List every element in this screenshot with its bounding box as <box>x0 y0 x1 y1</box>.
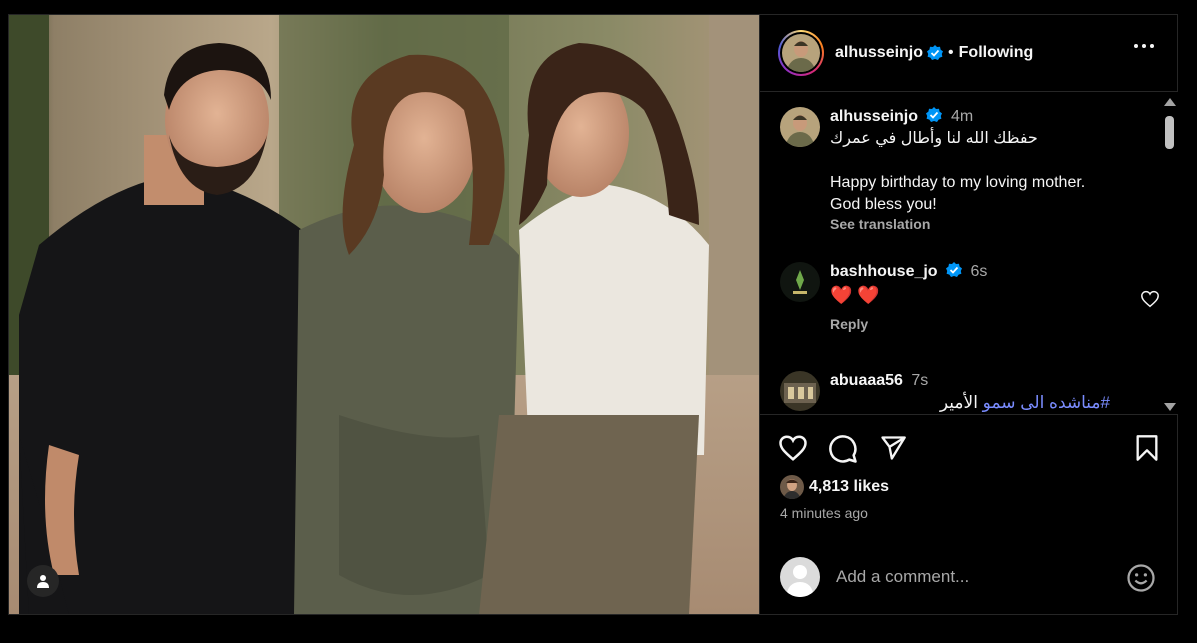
user-tag-button[interactable] <box>27 565 59 597</box>
comment-input[interactable] <box>836 567 1106 587</box>
scroll-up-arrow[interactable] <box>1164 98 1176 106</box>
author-avatar <box>782 34 820 72</box>
comment-like-icon[interactable] <box>1140 290 1160 308</box>
caption-time[interactable]: 4m <box>951 108 973 125</box>
caption-username[interactable]: alhusseinjo <box>830 108 918 125</box>
author-username[interactable]: alhusseinjo <box>835 44 923 62</box>
likes-row[interactable]: 4,813 likes <box>780 475 889 499</box>
post-actions <box>778 431 1160 465</box>
caption-text-english: Happy birthday to my loving mother. God … <box>830 174 1086 213</box>
liker-avatar <box>780 475 804 499</box>
post-side-panel: alhusseinjo • Following alhusseinjo 4m ح… <box>759 15 1178 614</box>
post-image <box>9 15 759 614</box>
bookmark-icon[interactable] <box>1134 434 1160 462</box>
author-avatar-ring[interactable] <box>778 30 824 76</box>
comment-time[interactable]: 7s <box>911 372 928 389</box>
verified-badge-icon <box>927 45 944 60</box>
post-header: alhusseinjo • Following <box>760 15 1177 92</box>
comment-avatar[interactable] <box>780 371 820 411</box>
following-button[interactable]: Following <box>959 44 1034 62</box>
comment-username[interactable]: abuaaa56 <box>830 372 903 389</box>
caption-text-arabic: حفظك الله لنا وأطال في عمرك <box>830 130 1038 147</box>
post-dialog: alhusseinjo • Following alhusseinjo 4m ح… <box>8 14 1178 615</box>
likes-count[interactable]: 4,813 likes <box>809 478 889 496</box>
header-separator: • <box>948 44 954 61</box>
comments-list[interactable]: alhusseinjo 4m حفظك الله لنا وأطال في عم… <box>760 92 1178 415</box>
verified-badge-icon <box>946 262 963 278</box>
share-icon[interactable] <box>878 434 908 462</box>
comment-text: ❤️ ❤️ <box>830 285 880 305</box>
scroll-thumb[interactable] <box>1165 116 1174 149</box>
comment-icon[interactable] <box>828 434 858 464</box>
comment-time[interactable]: 6s <box>970 263 987 280</box>
reply-link[interactable]: Reply <box>830 316 1160 332</box>
add-comment-bar <box>780 556 1156 598</box>
see-translation-link[interactable]: See translation <box>830 216 1160 232</box>
heart-icon[interactable] <box>778 434 808 462</box>
post-time[interactable]: 4 minutes ago <box>780 505 868 521</box>
comment-text-tail: الأمير <box>939 393 978 412</box>
post-photo <box>9 15 759 614</box>
comment-hashtag[interactable]: #مناشده الى سمو <box>983 393 1110 412</box>
comments-scrollbar[interactable] <box>1161 92 1178 414</box>
current-user-avatar <box>780 557 820 597</box>
scroll-down-arrow[interactable] <box>1164 403 1176 411</box>
more-options-icon[interactable] <box>1133 43 1155 49</box>
verified-badge-icon <box>926 107 943 123</box>
user-tag-icon <box>37 575 49 588</box>
comment-avatar[interactable] <box>780 262 820 302</box>
caption-avatar[interactable] <box>780 107 820 147</box>
comment-username[interactable]: bashhouse_jo <box>830 263 938 280</box>
comment-text: #مناشده الى سمو الأمير <box>830 391 1110 414</box>
emoji-icon[interactable] <box>1126 563 1156 593</box>
